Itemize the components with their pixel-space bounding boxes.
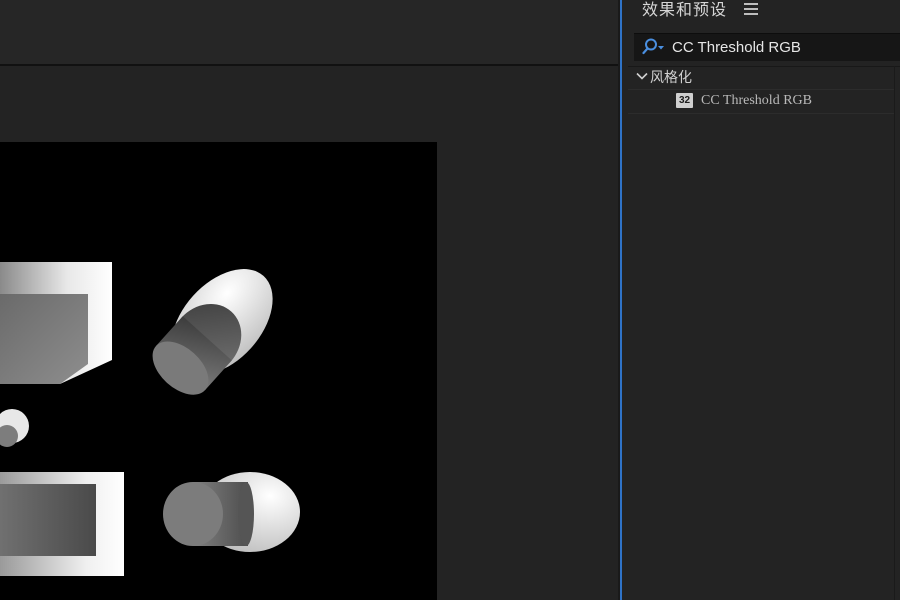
32-bit-effect-icon: 32 — [676, 93, 693, 108]
tree-category-stylize[interactable]: 风格化 — [628, 67, 894, 89]
divider — [628, 113, 894, 114]
search-dropdown-icon[interactable] — [642, 37, 666, 57]
chevron-down-icon[interactable] — [636, 70, 648, 82]
panel-title[interactable]: 效果和预设 — [642, 0, 727, 22]
effects-presets-panel: 效果和预设 × 风格化 32 CC Threshold RGB — [622, 0, 900, 600]
panel-header: 效果和预设 — [622, 0, 900, 26]
composition-frame[interactable] — [0, 142, 437, 600]
search-input[interactable] — [672, 36, 882, 58]
effect-label: CC Threshold RGB — [701, 93, 812, 108]
capsule-shape-lower — [163, 472, 300, 552]
tree-item-cc-threshold-rgb[interactable]: 32 CC Threshold RGB — [628, 90, 894, 112]
beveled-rectangle-shape-lower — [0, 472, 124, 576]
composition-render — [0, 262, 300, 576]
sphere-shape — [0, 409, 29, 447]
composition-workspace — [0, 0, 618, 600]
search-field[interactable]: × — [634, 33, 900, 61]
category-label: 风格化 — [650, 69, 692, 85]
beveled-rectangle-shape — [0, 262, 112, 384]
timeline-strip — [0, 0, 618, 64]
hamburger-menu-icon[interactable] — [744, 3, 758, 17]
scrollbar-track[interactable] — [894, 66, 895, 600]
capsule-shape-upper — [152, 269, 273, 395]
